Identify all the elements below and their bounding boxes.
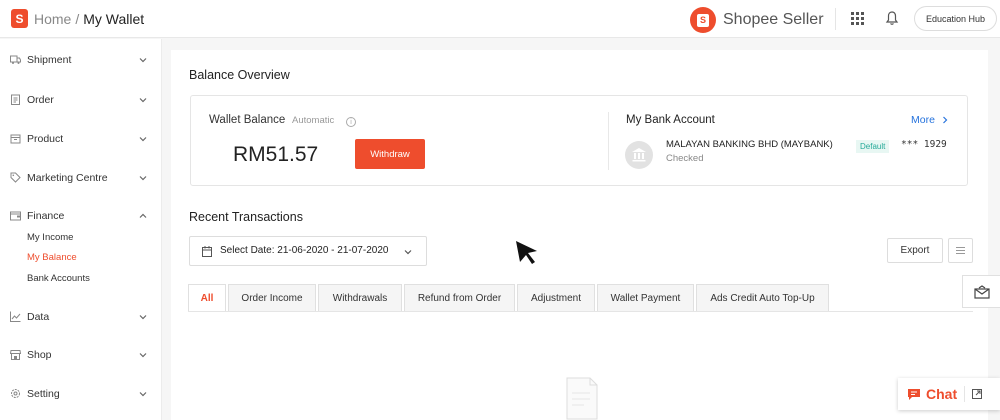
chevron-down-icon — [139, 137, 147, 142]
education-hub-button[interactable]: Education Hub — [914, 6, 997, 31]
chat-divider — [964, 386, 965, 402]
chevron-down-icon — [139, 353, 147, 358]
chat-label: Chat — [926, 386, 958, 402]
tab-withdrawals[interactable]: Withdrawals — [318, 284, 402, 311]
chevron-down-icon — [139, 58, 147, 63]
shopee-logo-icon[interactable]: S — [11, 9, 28, 28]
more-link-label: More — [911, 114, 935, 126]
recent-transactions-title: Recent Transactions — [189, 210, 303, 224]
sidebar-item-label: Setting — [27, 388, 60, 400]
balance-overview-title: Balance Overview — [189, 68, 290, 82]
expand-icon[interactable] — [972, 389, 982, 399]
list-menu-button[interactable] — [948, 238, 973, 263]
tag-icon — [10, 172, 21, 183]
bell-icon[interactable] — [885, 10, 899, 26]
wallet-automatic-label: Automatic — [292, 115, 335, 126]
sidebar-item-finance[interactable]: Finance — [0, 206, 162, 226]
more-link[interactable]: More — [911, 114, 949, 126]
sidebar-item-product[interactable]: Product — [0, 129, 162, 149]
tab-adjustment[interactable]: Adjustment — [517, 284, 595, 311]
bank-account-number: *** 1929 — [901, 139, 947, 150]
shopee-bag-icon: S — [690, 7, 716, 33]
tab-order-income[interactable]: Order Income — [228, 284, 316, 311]
sidebar-item-label: Marketing Centre — [27, 172, 108, 184]
sidebar-item-label: Data — [27, 311, 50, 323]
date-range-label: Select Date: 21-06-2020 - 21-07-2020 — [220, 245, 389, 256]
sidebar-item-shipment[interactable]: Shipment — [0, 50, 162, 70]
shop-icon — [10, 350, 21, 360]
breadcrumb-home[interactable]: Home — [34, 11, 71, 27]
export-button[interactable]: Export — [887, 238, 943, 263]
info-icon[interactable]: i — [346, 117, 356, 127]
chevron-down-icon — [139, 392, 147, 397]
sidebar-item-setting[interactable]: Setting — [0, 384, 162, 404]
brand-name: Shopee Seller — [723, 11, 824, 28]
mouse-cursor-icon — [516, 241, 537, 264]
tabs-divider — [188, 311, 973, 312]
chevron-up-icon — [139, 213, 147, 218]
tab-all[interactable]: All — [188, 284, 226, 311]
date-range-select[interactable]: Select Date: 21-06-2020 - 21-07-2020 — [189, 236, 427, 266]
sidebar-item-label: Product — [27, 133, 64, 145]
transaction-tabs: All Order Income Withdrawals Refund from… — [188, 284, 831, 311]
wallet-balance-label: Wallet Balance — [209, 114, 286, 126]
bank-status: Checked — [666, 153, 704, 164]
sidebar-item-label: Finance — [27, 210, 65, 222]
apps-grid-icon[interactable] — [851, 12, 864, 25]
truck-icon — [10, 55, 21, 64]
balance-overview-card: Wallet Balance Automatic i RM51.57 Withd… — [190, 95, 968, 186]
main-content: Balance Overview Wallet Balance Automati… — [171, 50, 988, 420]
wallet-icon — [10, 211, 21, 221]
breadcrumb: Home / My Wallet — [34, 11, 144, 27]
chart-icon — [10, 311, 21, 322]
breadcrumb-current: My Wallet — [83, 10, 145, 27]
chevron-down-icon — [139, 176, 147, 181]
clipboard-icon — [11, 94, 20, 105]
withdraw-button[interactable]: Withdraw — [355, 139, 425, 169]
default-badge: Default — [856, 140, 890, 153]
mail-icon — [973, 284, 990, 299]
sidebar-subitem-my-balance[interactable]: My Balance — [27, 252, 77, 263]
notification-mail-button[interactable] — [962, 275, 1000, 308]
shopee-seller-brand: S Shopee Seller — [690, 7, 824, 33]
bank-building-icon — [625, 141, 653, 169]
sidebar-item-label: Order — [27, 94, 54, 106]
bank-name: MALAYAN BANKING BHD (MAYBANK) — [666, 139, 833, 150]
chat-bubble-icon — [908, 388, 920, 400]
my-bank-account-title: My Bank Account — [626, 114, 715, 126]
tab-ads-credit-auto-top-up[interactable]: Ads Credit Auto Top-Up — [696, 284, 829, 311]
chat-widget[interactable]: Chat — [898, 378, 1000, 410]
gear-icon — [11, 389, 20, 398]
sidebar-item-label: Shop — [27, 349, 52, 361]
sidebar-item-data[interactable]: Data — [0, 307, 162, 327]
box-icon — [10, 134, 21, 144]
header-divider — [835, 8, 836, 30]
chevron-right-icon — [943, 116, 948, 124]
sidebar-item-shop[interactable]: Shop — [0, 345, 162, 365]
sidebar-subitem-bank-accounts[interactable]: Bank Accounts — [27, 273, 90, 284]
sidebar-item-marketing-centre[interactable]: Marketing Centre — [0, 168, 162, 188]
chevron-down-icon — [404, 250, 412, 255]
sidebar: Shipment Order Product Marketing Centre … — [0, 39, 162, 420]
tab-wallet-payment[interactable]: Wallet Payment — [597, 284, 694, 311]
calendar-icon — [202, 246, 212, 257]
breadcrumb-separator: / — [75, 10, 80, 27]
chevron-down-icon — [139, 98, 147, 103]
sidebar-subitem-my-income[interactable]: My Income — [27, 232, 73, 243]
chevron-down-icon — [139, 315, 147, 320]
sidebar-item-label: Shipment — [27, 54, 72, 66]
empty-document-icon — [566, 377, 598, 420]
top-header: S Home / My Wallet S Shopee Seller Educa… — [0, 0, 1000, 38]
wallet-balance-amount: RM51.57 — [233, 143, 319, 166]
overview-divider — [608, 112, 609, 170]
tab-refund-from-order[interactable]: Refund from Order — [404, 284, 515, 311]
sidebar-item-order[interactable]: Order — [0, 90, 162, 110]
